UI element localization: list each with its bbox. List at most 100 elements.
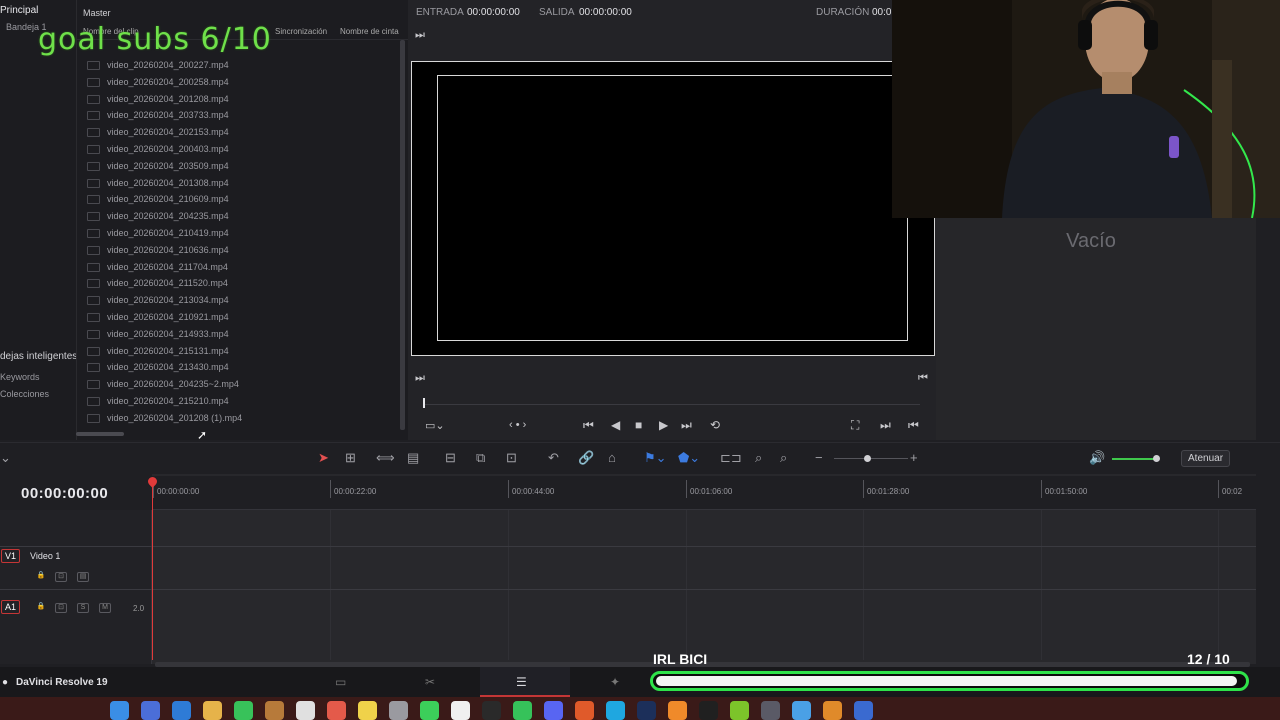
clip-row[interactable]: video_20260204_200258.mp4 [77,75,403,92]
media-vertical-scrollbar[interactable] [400,40,405,430]
column-sync[interactable]: Sincronización [275,27,327,36]
selection-tool-icon[interactable]: ➤ [318,450,329,466]
dock-app-icon[interactable] [172,701,191,720]
insert-clip-icon[interactable]: ⊟ [445,450,456,466]
dock-app-icon[interactable] [420,701,439,720]
lock-icon[interactable]: 🔒 [35,603,47,613]
go-to-start-icon[interactable]: ⏭ [415,29,425,42]
stop-icon[interactable]: ■ [635,418,642,432]
dock-app-icon[interactable] [575,701,594,720]
skip-forward-icon[interactable]: ⏭ [681,418,692,433]
dock-app-icon[interactable] [761,701,780,720]
dock-app-icon[interactable] [854,701,873,720]
dock-app-icon[interactable] [110,701,129,720]
mute-button[interactable]: M [99,603,111,613]
zoom-custom-icon[interactable]: ⌕ [780,450,787,466]
dock-app-icon[interactable] [203,701,222,720]
play-reverse-icon[interactable]: ◀ [611,418,620,432]
prev-edit-icon[interactable]: ⏭ [415,372,425,385]
dock-app-icon[interactable] [451,701,470,720]
dock-app-icon[interactable] [234,701,253,720]
track-a1-badge[interactable]: A1 [1,600,21,614]
volume-slider-knob[interactable] [1153,455,1160,462]
dock-app-icon[interactable] [792,701,811,720]
position-lock-icon[interactable]: ⌂ [608,450,616,465]
clip-row[interactable]: video_20260204_201308.mp4 [77,176,403,193]
next-edit-icon[interactable]: ⏮ [918,372,928,385]
auto-select-icon[interactable]: ⊡ [55,572,67,582]
zoom-slider[interactable] [834,458,908,459]
replace-clip-icon[interactable]: ⊡ [506,450,517,466]
cut-page-icon[interactable]: ✂ [425,675,435,689]
linked-selection-icon[interactable]: 🔗 [578,450,594,466]
sidebar-keywords[interactable]: Keywords [0,372,40,382]
clip-row[interactable]: video_20260204_214933.mp4 [77,327,403,344]
dynamic-trim-icon[interactable]: ⟺ [376,450,395,466]
track-v1-badge[interactable]: V1 [1,549,21,563]
clip-row[interactable]: video_20260204_203733.mp4 [77,108,403,125]
skip-back-icon[interactable]: ⏮ [583,418,594,433]
clip-row[interactable]: video_20260204_202153.mp4 [77,125,403,142]
dock-app-icon[interactable] [730,701,749,720]
zoom-slider-knob[interactable] [864,455,871,462]
dock-app-icon[interactable] [823,701,842,720]
zoom-in-icon[interactable]: + [910,450,918,465]
clip-row[interactable]: video_20260204_201208 (1).mp4 [77,411,403,428]
media-horizontal-scrollbar[interactable] [76,432,124,436]
zoom-detail-icon[interactable]: ⌕ [755,450,762,466]
clip-row[interactable]: video_20260204_210921.mp4 [77,310,403,327]
snapping-icon[interactable]: ↶ [548,450,559,466]
auto-select-icon[interactable]: ⊡ [55,603,67,613]
track-visibility-icon[interactable]: ▤ [77,572,89,582]
dock-app-icon[interactable] [358,701,377,720]
loop-icon[interactable]: ⟲ [710,418,720,432]
toolbar-menu-icon[interactable]: ⌄ [0,450,11,466]
column-tape[interactable]: Nombre de cinta [340,27,399,36]
edit-page-icon[interactable]: ☰ [516,675,527,689]
solo-button[interactable]: S [77,603,89,613]
track-v1-name[interactable]: Video 1 [30,551,60,561]
clip-row[interactable]: video_20260204_211704.mp4 [77,260,403,277]
lock-icon[interactable]: 🔒 [35,572,47,582]
flag-icon[interactable]: ⚑⌄ [644,450,667,466]
dock-app-icon[interactable] [606,701,625,720]
scrubber-handle[interactable] [423,398,425,408]
clip-row[interactable]: video_20260204_210636.mp4 [77,243,403,260]
dock-app-icon[interactable] [637,701,656,720]
dock-app-icon[interactable] [389,701,408,720]
next-frame-icon[interactable]: ⏭ [880,418,891,433]
dock-app-icon[interactable] [544,701,563,720]
dock-app-icon[interactable] [327,701,346,720]
clip-row[interactable]: video_20260204_204235~2.mp4 [77,377,403,394]
sidebar-smart-bins[interactable]: dejas inteligentes [0,351,77,362]
timeline-timecode[interactable]: 00:00:00:00 [21,485,108,502]
media-page-icon[interactable]: ▭ [335,675,346,689]
dock-app-icon[interactable] [296,701,315,720]
marker-icon[interactable]: ⬟⌄ [678,450,700,466]
clip-row[interactable]: video_20260204_204235.mp4 [77,209,403,226]
clip-row[interactable]: video_20260204_210419.mp4 [77,226,403,243]
clip-row[interactable]: video_20260204_203509.mp4 [77,159,403,176]
sidebar-principal[interactable]: Principal [0,5,38,16]
dock-app-icon[interactable] [699,701,718,720]
fullscreen-icon[interactable]: ⛶ [851,418,859,433]
attenuate-button[interactable]: Atenuar [1181,450,1231,467]
blade-tool-icon[interactable]: ▤ [407,450,419,466]
clip-row[interactable]: video_20260204_211520.mp4 [77,276,403,293]
clip-row[interactable]: video_20260204_215131.mp4 [77,344,403,361]
dock-app-icon[interactable] [513,701,532,720]
scrubber-track[interactable] [424,404,920,405]
dock-app-icon[interactable] [482,701,501,720]
prev-frame-icon[interactable]: ⏮ [908,418,919,433]
clip-row[interactable]: video_20260204_200227.mp4 [77,58,403,75]
clip-row[interactable]: video_20260204_215210.mp4 [77,394,403,411]
clip-row[interactable]: video_20260204_201208.mp4 [77,92,403,109]
trim-tool-icon[interactable]: ⊞ [345,450,356,466]
zoom-full-icon[interactable]: ⊏⊐ [720,450,742,466]
overwrite-clip-icon[interactable]: ⧉ [476,450,485,466]
dock-app-icon[interactable] [668,701,687,720]
clip-row[interactable]: video_20260204_210609.mp4 [77,192,403,209]
dock-app-icon[interactable] [265,701,284,720]
zoom-out-icon[interactable]: − [815,450,823,465]
playhead[interactable] [152,480,153,660]
